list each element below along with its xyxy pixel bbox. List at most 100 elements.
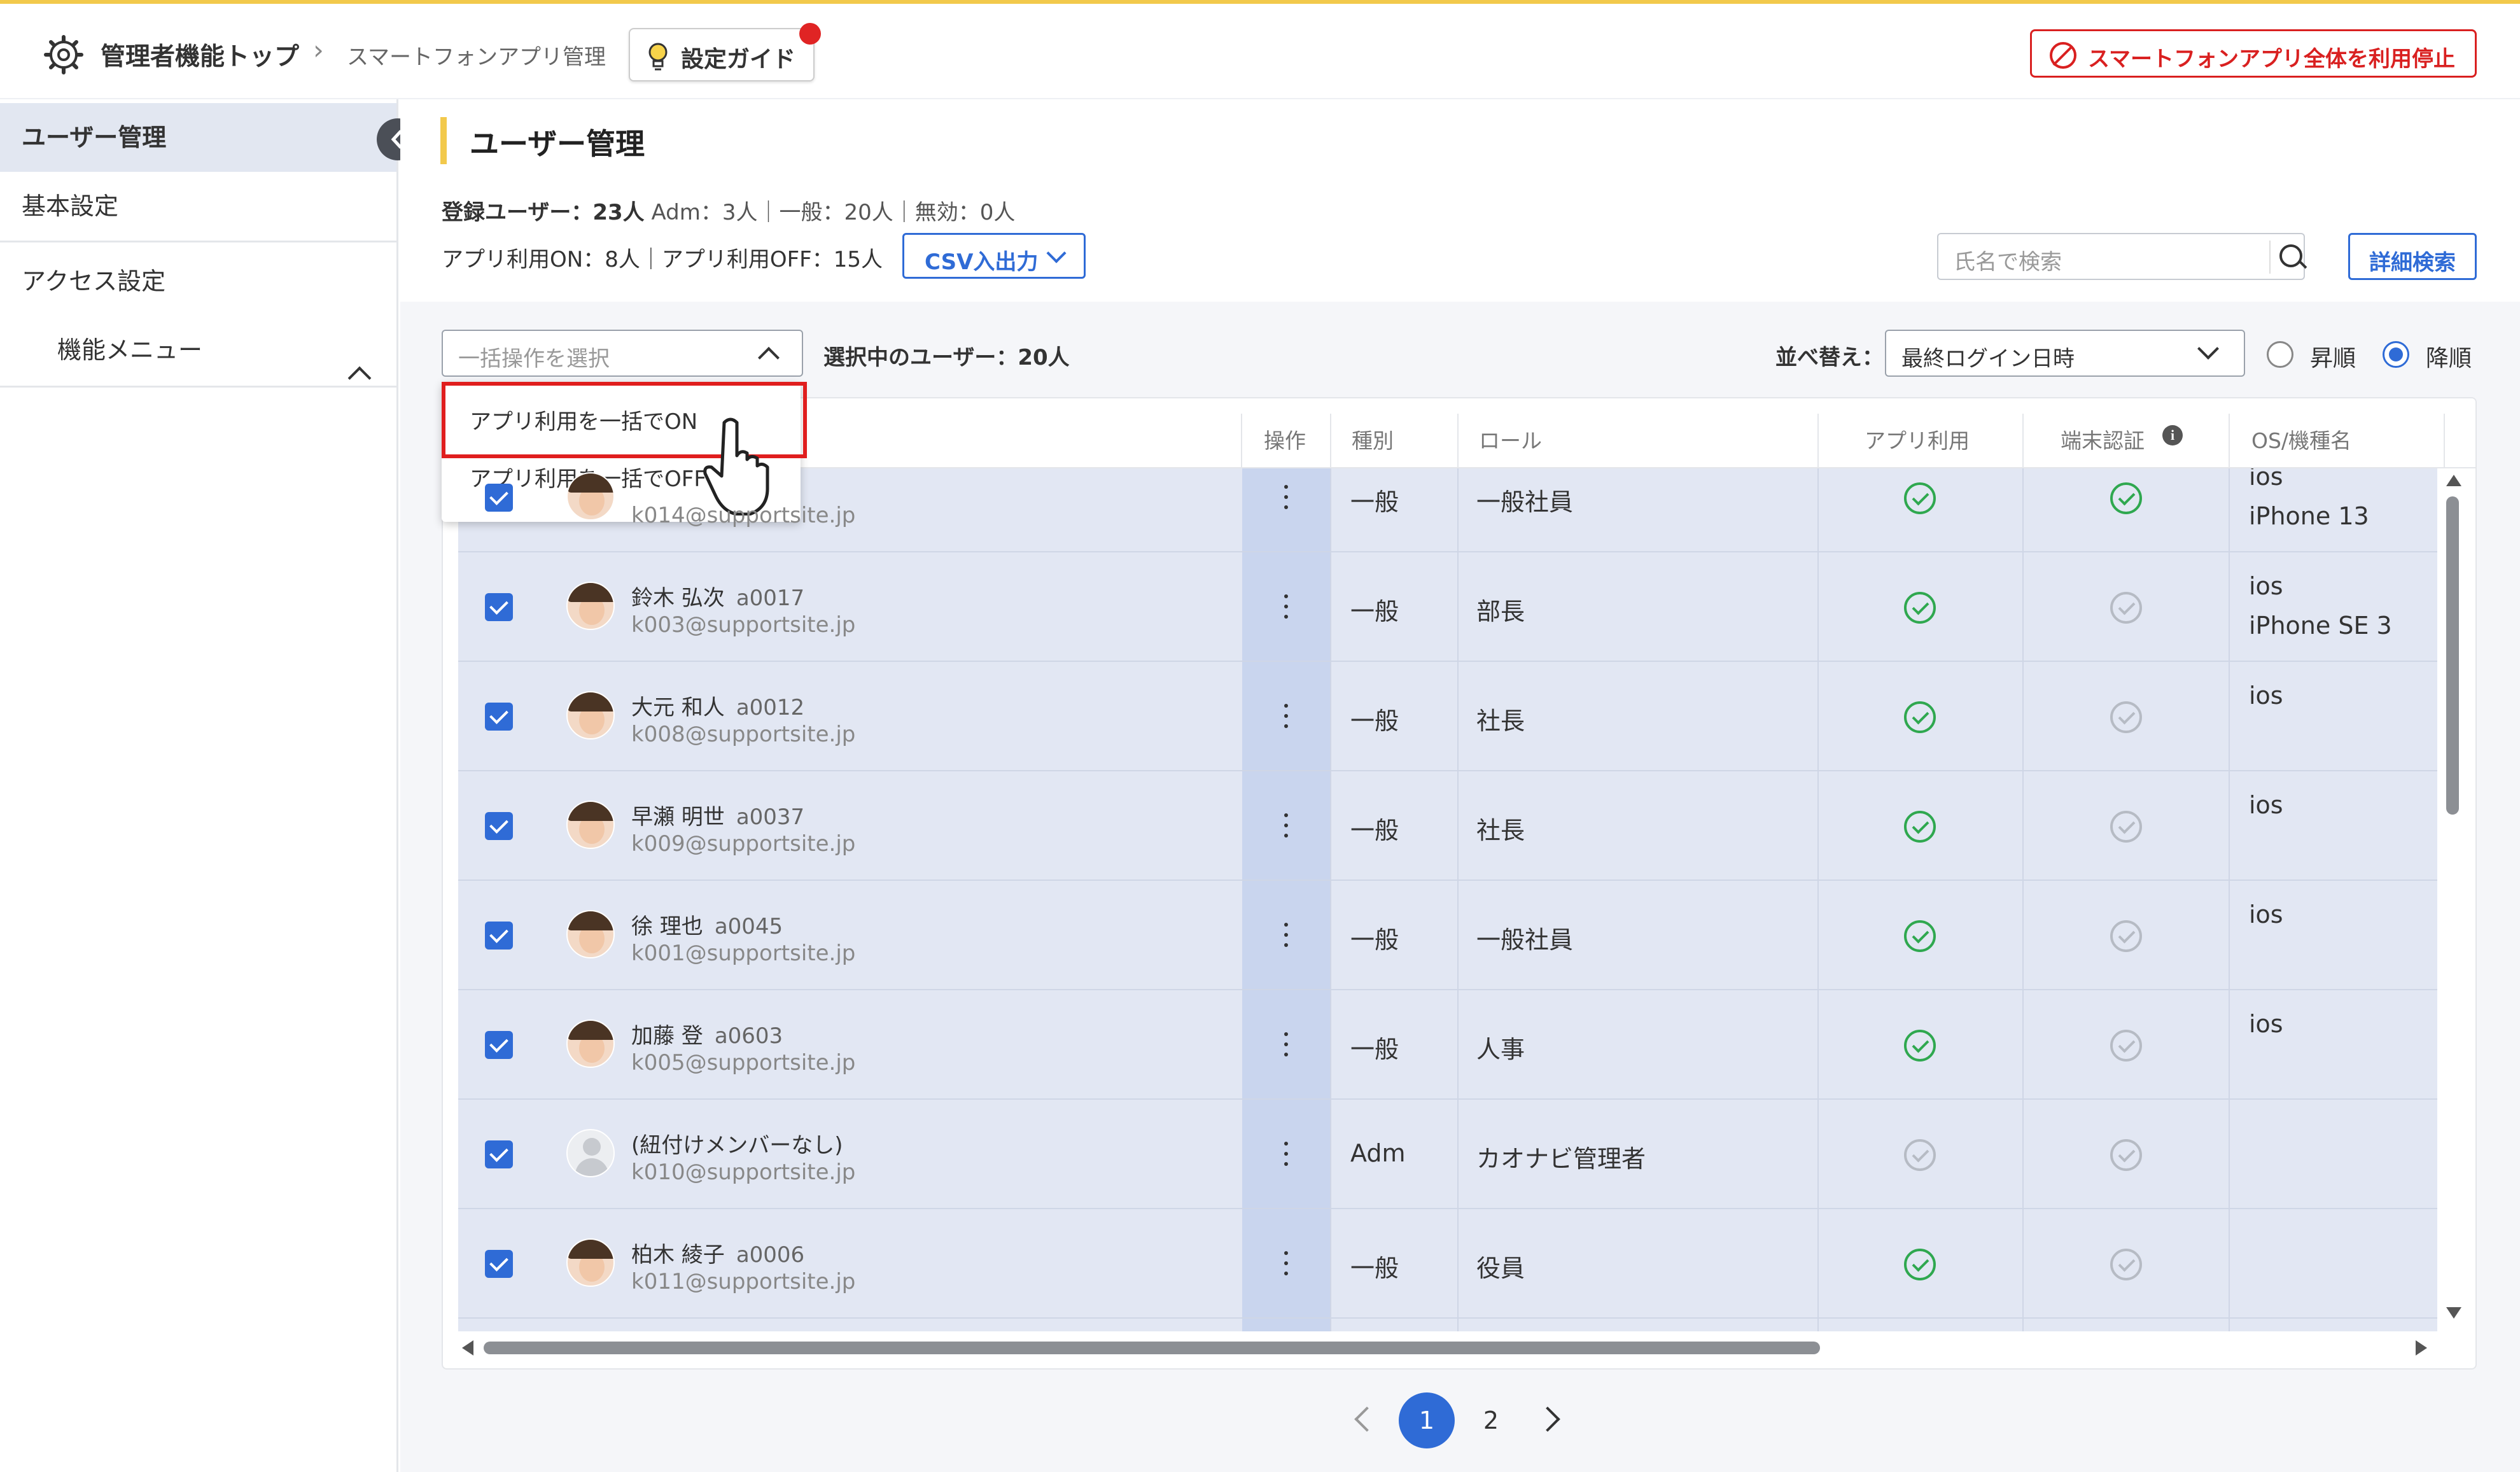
- table-body: k014@supportsite.jp 一般 一般社員 ios iPhone 13 鈴木 …: [458, 468, 2437, 1331]
- sidebar-divider: [0, 241, 396, 242]
- device-model: iPhone SE 3: [2249, 612, 2392, 640]
- sidebar-item-basic-settings[interactable]: 基本設定: [0, 172, 396, 241]
- app-usage-on-icon: [1904, 701, 1936, 733]
- advanced-search-label: 詳細検索: [2369, 250, 2456, 276]
- user-role: 部長: [1476, 598, 1525, 626]
- search-icon[interactable]: [2279, 244, 2302, 267]
- radio-descending[interactable]: [2383, 341, 2409, 368]
- registered-users: 登録ユーザー：23人: [442, 200, 645, 225]
- table-row[interactable]: k014@supportsite.jp 一般 一般社員 ios iPhone 13: [458, 468, 2437, 552]
- horizontal-scroll-thumb[interactable]: [484, 1342, 1820, 1354]
- more-options-icon[interactable]: [1283, 485, 1289, 510]
- sidebar-divider: [0, 386, 396, 388]
- os-model: ios: [2249, 1004, 2283, 1044]
- user-name: 柏木 綾子 a0006: [631, 1237, 804, 1268]
- advanced-search-button[interactable]: 詳細検索: [2348, 233, 2477, 280]
- csv-io-button[interactable]: CSV入出力: [902, 233, 1086, 279]
- sort-select[interactable]: 最終ログイン日時: [1885, 330, 2245, 377]
- ascending-label[interactable]: 昇順: [2310, 340, 2356, 373]
- more-options-icon[interactable]: [1283, 923, 1289, 948]
- column-header-actions: 操作: [1264, 428, 1306, 453]
- column-header-role[interactable]: ロール: [1479, 424, 1542, 454]
- default-avatar-icon: [566, 1129, 615, 1177]
- setup-guide-button[interactable]: 設定ガイド: [629, 28, 815, 81]
- scroll-left-arrow[interactable]: [462, 1340, 473, 1356]
- column-header-app-usage[interactable]: アプリ利用: [1865, 424, 1970, 454]
- device-auth-off-icon: [2110, 1030, 2142, 1062]
- sidebar-item-access-settings[interactable]: アクセス設定: [0, 247, 396, 316]
- table-row[interactable]: 柏木 綾子 a0006 k011@supportsite.jp 一般 役員: [458, 1209, 2437, 1319]
- sidebar-item-user-management[interactable]: ユーザー管理: [0, 103, 396, 172]
- row-checkbox[interactable]: [485, 1140, 513, 1168]
- row-checkbox[interactable]: [485, 484, 513, 512]
- search-divider: [2269, 241, 2271, 274]
- more-options-icon[interactable]: [1283, 813, 1289, 839]
- horizontal-scrollbar[interactable]: [443, 1333, 2475, 1364]
- column-header-type[interactable]: 種別: [1352, 424, 1394, 454]
- scroll-up-arrow[interactable]: [2446, 475, 2461, 486]
- column-divider: [2229, 414, 2230, 468]
- name-search-input[interactable]: 氏名で検索: [1937, 233, 2305, 280]
- vertical-scroll-thumb[interactable]: [2446, 496, 2459, 815]
- chevron-down-icon: [1046, 243, 1067, 263]
- column-divider: [1241, 414, 1242, 468]
- os-name: ios: [2249, 468, 2283, 491]
- table-row[interactable]: 大元 和人 a0012 k008@supportsite.jp 一般 社長 ios: [458, 662, 2437, 771]
- device-auth-off-icon: [2110, 1139, 2142, 1171]
- user-type: 一般: [1350, 926, 1399, 954]
- user-type: Adm: [1350, 1139, 1406, 1167]
- sidebar: ユーザー管理 基本設定 アクセス設定 機能メニュー: [0, 99, 398, 1472]
- breadcrumb-home[interactable]: 管理者機能トップ: [101, 37, 299, 73]
- breadcrumb-current: スマートフォンアプリ管理: [347, 45, 606, 70]
- user-email: k009@supportsite.jp: [631, 831, 856, 857]
- more-options-icon[interactable]: [1283, 704, 1289, 729]
- more-options-icon[interactable]: [1283, 1251, 1289, 1277]
- device-auth-off-icon: [2110, 592, 2142, 624]
- bulk-action-select[interactable]: 一括操作を選択: [442, 330, 803, 377]
- user-name: 大元 和人 a0012: [631, 690, 804, 721]
- os-name: ios: [2249, 791, 2283, 819]
- scroll-down-arrow[interactable]: [2446, 1307, 2461, 1319]
- row-checkbox[interactable]: [485, 1031, 513, 1059]
- table-row[interactable]: 早瀬 明世 a0037 k009@supportsite.jp 一般 社長 ios: [458, 771, 2437, 881]
- table-row[interactable]: (紐付けメンバーなし) k010@supportsite.jp Adm カオナビ管理者: [458, 1100, 2437, 1209]
- app-usage-stats: アプリ利用ON：8人｜アプリ利用OFF：15人: [442, 247, 883, 272]
- more-options-icon[interactable]: [1283, 1142, 1289, 1167]
- table-row[interactable]: 鈴木 弘次 a0017 k003@supportsite.jp 一般 部長 ios iPho…: [458, 552, 2437, 662]
- device-auth-off-icon: [2110, 1249, 2142, 1280]
- row-checkbox[interactable]: [485, 703, 513, 731]
- info-icon[interactable]: i: [2162, 425, 2183, 445]
- radio-ascending[interactable]: [2267, 341, 2293, 368]
- device-model: iPhone 13: [2249, 502, 2369, 530]
- user-table: 操作 種別 ロール アプリ利用 端末認証 i OS/機種名 k014@suppo…: [442, 397, 2477, 1370]
- vertical-scrollbar[interactable]: [2439, 468, 2467, 1331]
- table-row[interactable]: 加藤 登 a0603 k005@supportsite.jp 一般 人事 ios: [458, 990, 2437, 1100]
- column-header-device-auth[interactable]: 端末認証: [2061, 424, 2145, 454]
- sidebar-item-function-menu[interactable]: 機能メニュー: [0, 316, 396, 384]
- row-checkbox[interactable]: [485, 1250, 513, 1278]
- user-name-text: 大元 和人: [631, 695, 725, 720]
- column-header-os-model[interactable]: OS/機種名: [2251, 424, 2351, 454]
- row-checkbox[interactable]: [485, 812, 513, 840]
- gear-icon[interactable]: [43, 34, 84, 75]
- row-checkbox[interactable]: [485, 593, 513, 621]
- row-checkbox[interactable]: [485, 922, 513, 950]
- avatar: [566, 910, 615, 958]
- app-usage-on-icon: [1904, 920, 1936, 952]
- user-name: 早瀬 明世 a0037: [631, 799, 804, 831]
- more-options-icon[interactable]: [1283, 594, 1289, 620]
- page-2-button[interactable]: 2: [1475, 1392, 1507, 1448]
- stop-all-app-button[interactable]: スマートフォンアプリ全体を利用停止: [2030, 29, 2477, 78]
- descending-label[interactable]: 降順: [2426, 340, 2472, 373]
- user-name-text: (紐付けメンバーなし): [631, 1133, 843, 1158]
- user-code: a0006: [736, 1242, 805, 1268]
- avatar: [566, 1020, 615, 1068]
- scroll-right-arrow[interactable]: [2416, 1340, 2427, 1356]
- user-type: 一般: [1350, 598, 1399, 626]
- table-row[interactable]: 徐 理也 a0045 k001@supportsite.jp 一般 一般社員 ios: [458, 881, 2437, 990]
- more-options-icon[interactable]: [1283, 1032, 1289, 1058]
- os-name: ios: [2249, 682, 2283, 710]
- page-1-button[interactable]: 1: [1399, 1392, 1455, 1448]
- os-name: ios: [2249, 572, 2283, 600]
- avatar: [566, 1238, 615, 1287]
